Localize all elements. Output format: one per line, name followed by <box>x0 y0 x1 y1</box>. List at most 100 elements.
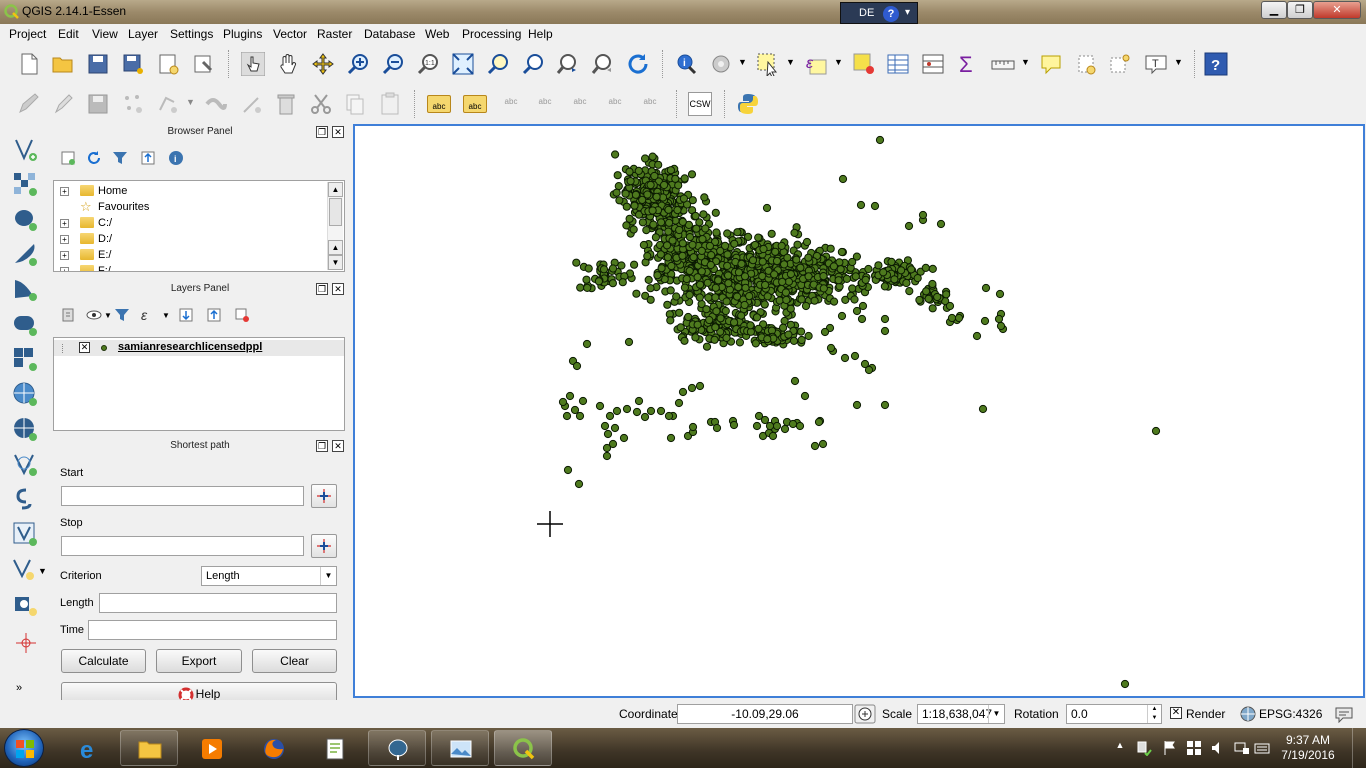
map-point[interactable] <box>698 235 707 244</box>
crs-label[interactable]: EPSG:4326 <box>1259 707 1322 721</box>
map-point[interactable] <box>842 274 851 283</box>
toggle-extents-icon[interactable] <box>854 704 876 724</box>
map-point[interactable] <box>634 396 644 406</box>
map-point[interactable] <box>905 287 914 296</box>
remove-layer-icon[interactable] <box>234 307 250 323</box>
map-point[interactable] <box>724 279 733 288</box>
expand-icon[interactable]: + <box>60 187 69 196</box>
map-point[interactable] <box>676 323 685 332</box>
map-point[interactable] <box>797 327 806 336</box>
map-point[interactable] <box>678 239 687 248</box>
gps-crosshair-icon[interactable] <box>12 629 40 657</box>
map-point[interactable] <box>864 264 873 274</box>
map-point[interactable] <box>642 226 651 235</box>
show-bookmarks-icon[interactable] <box>1108 52 1132 76</box>
map-tips-icon[interactable] <box>1039 52 1063 76</box>
add-raster-layer-icon[interactable] <box>12 171 40 199</box>
layer-name[interactable]: samianresearchlicensedppl <box>118 341 262 353</box>
length-field[interactable] <box>99 593 337 613</box>
map-point[interactable] <box>702 342 712 351</box>
spin-down-icon[interactable]: ▼ <box>1147 714 1161 723</box>
map-point[interactable] <box>936 219 946 229</box>
map-point[interactable] <box>928 304 937 313</box>
layers-tree[interactable]: ✕ samianresearchlicensedppl <box>53 337 345 431</box>
run-feature-action-icon[interactable] <box>709 52 733 76</box>
map-point[interactable] <box>837 247 846 257</box>
add-vector-layer-icon[interactable] <box>12 136 40 164</box>
float-panel-button[interactable]: ❐ <box>316 126 328 138</box>
map-point[interactable] <box>664 411 674 421</box>
add-oracle-layer-icon[interactable] <box>12 346 40 374</box>
menu-settings[interactable]: Settings <box>170 27 213 41</box>
map-point[interactable] <box>685 233 694 242</box>
calculate-button[interactable]: Calculate <box>61 649 146 673</box>
map-point[interactable] <box>687 170 697 179</box>
map-point[interactable] <box>819 272 828 281</box>
map-point[interactable] <box>723 229 732 238</box>
map-point[interactable] <box>918 210 928 220</box>
map-point[interactable] <box>678 387 688 397</box>
pgadmin-taskbar-button[interactable] <box>368 730 426 766</box>
map-point[interactable] <box>648 206 657 215</box>
map-point[interactable] <box>650 171 659 181</box>
trash-icon[interactable] <box>274 92 298 116</box>
map-point[interactable] <box>632 289 641 298</box>
chevron-down-icon[interactable]: ▼ <box>186 97 195 107</box>
map-point[interactable] <box>786 270 795 279</box>
expand-icon[interactable]: + <box>60 219 69 228</box>
clear-button[interactable]: Clear <box>252 649 337 673</box>
internet-explorer-taskbar-button[interactable]: e <box>60 730 118 766</box>
style-manager-icon[interactable] <box>60 307 76 323</box>
map-point[interactable] <box>652 192 661 201</box>
map-point[interactable] <box>639 240 648 250</box>
add-virtual-layer-icon[interactable] <box>12 521 40 549</box>
map-point[interactable] <box>643 252 652 261</box>
map-point[interactable] <box>632 407 642 417</box>
pan-map-icon[interactable] <box>276 52 300 76</box>
minimize-button[interactable]: ▁ <box>1261 1 1287 19</box>
stop-point-input[interactable] <box>61 536 304 556</box>
browser-scrollbar[interactable]: ▲ ▲ ▼ <box>327 182 343 270</box>
add-wms-layer-icon[interactable] <box>12 381 40 409</box>
map-point[interactable] <box>745 292 754 301</box>
map-point[interactable] <box>582 339 592 349</box>
network-status-icon[interactable] <box>1136 740 1152 756</box>
collapse-all-icon[interactable] <box>140 150 156 166</box>
map-point[interactable] <box>679 194 688 203</box>
scroll-up-arrow[interactable]: ▲ <box>328 182 343 197</box>
taskbar-clock[interactable]: 9:37 AM 7/19/2016 <box>1270 733 1346 763</box>
map-point[interactable] <box>622 404 632 414</box>
map-point[interactable] <box>641 154 650 163</box>
scale-combo[interactable]: 1:18,638,047 ▼ <box>917 704 1005 724</box>
map-point[interactable] <box>666 433 676 443</box>
show-hidden-icons-icon[interactable]: ▲ <box>1112 740 1128 756</box>
measure-line-icon[interactable] <box>991 52 1015 76</box>
chevron-down-icon[interactable]: ▼ <box>320 567 336 585</box>
map-point[interactable] <box>575 411 585 421</box>
map-point[interactable] <box>826 244 835 253</box>
map-point[interactable] <box>660 180 669 190</box>
tree-item-drive-e[interactable]: + E:/ <box>54 247 326 263</box>
map-point[interactable] <box>678 217 687 227</box>
save-project-icon[interactable] <box>86 52 110 76</box>
map-point[interactable] <box>696 280 705 289</box>
map-point[interactable] <box>625 214 634 223</box>
map-point[interactable] <box>594 277 603 286</box>
map-point[interactable] <box>734 283 743 292</box>
menu-project[interactable]: Project <box>9 27 46 41</box>
expand-icon[interactable]: + <box>60 235 69 244</box>
map-point[interactable] <box>599 265 609 274</box>
menu-web[interactable]: Web <box>425 27 449 41</box>
action-center-flag-icon[interactable] <box>1162 740 1178 756</box>
map-point[interactable] <box>737 311 746 320</box>
volume-icon[interactable] <box>1210 740 1226 756</box>
map-point[interactable] <box>994 314 1004 324</box>
map-point[interactable] <box>737 259 746 268</box>
map-point[interactable] <box>933 292 942 302</box>
map-point[interactable] <box>980 316 990 326</box>
map-point[interactable] <box>703 278 712 287</box>
map-point[interactable] <box>801 301 811 311</box>
map-point[interactable] <box>790 228 799 238</box>
map-point[interactable] <box>851 272 860 281</box>
map-point[interactable] <box>996 321 1006 331</box>
